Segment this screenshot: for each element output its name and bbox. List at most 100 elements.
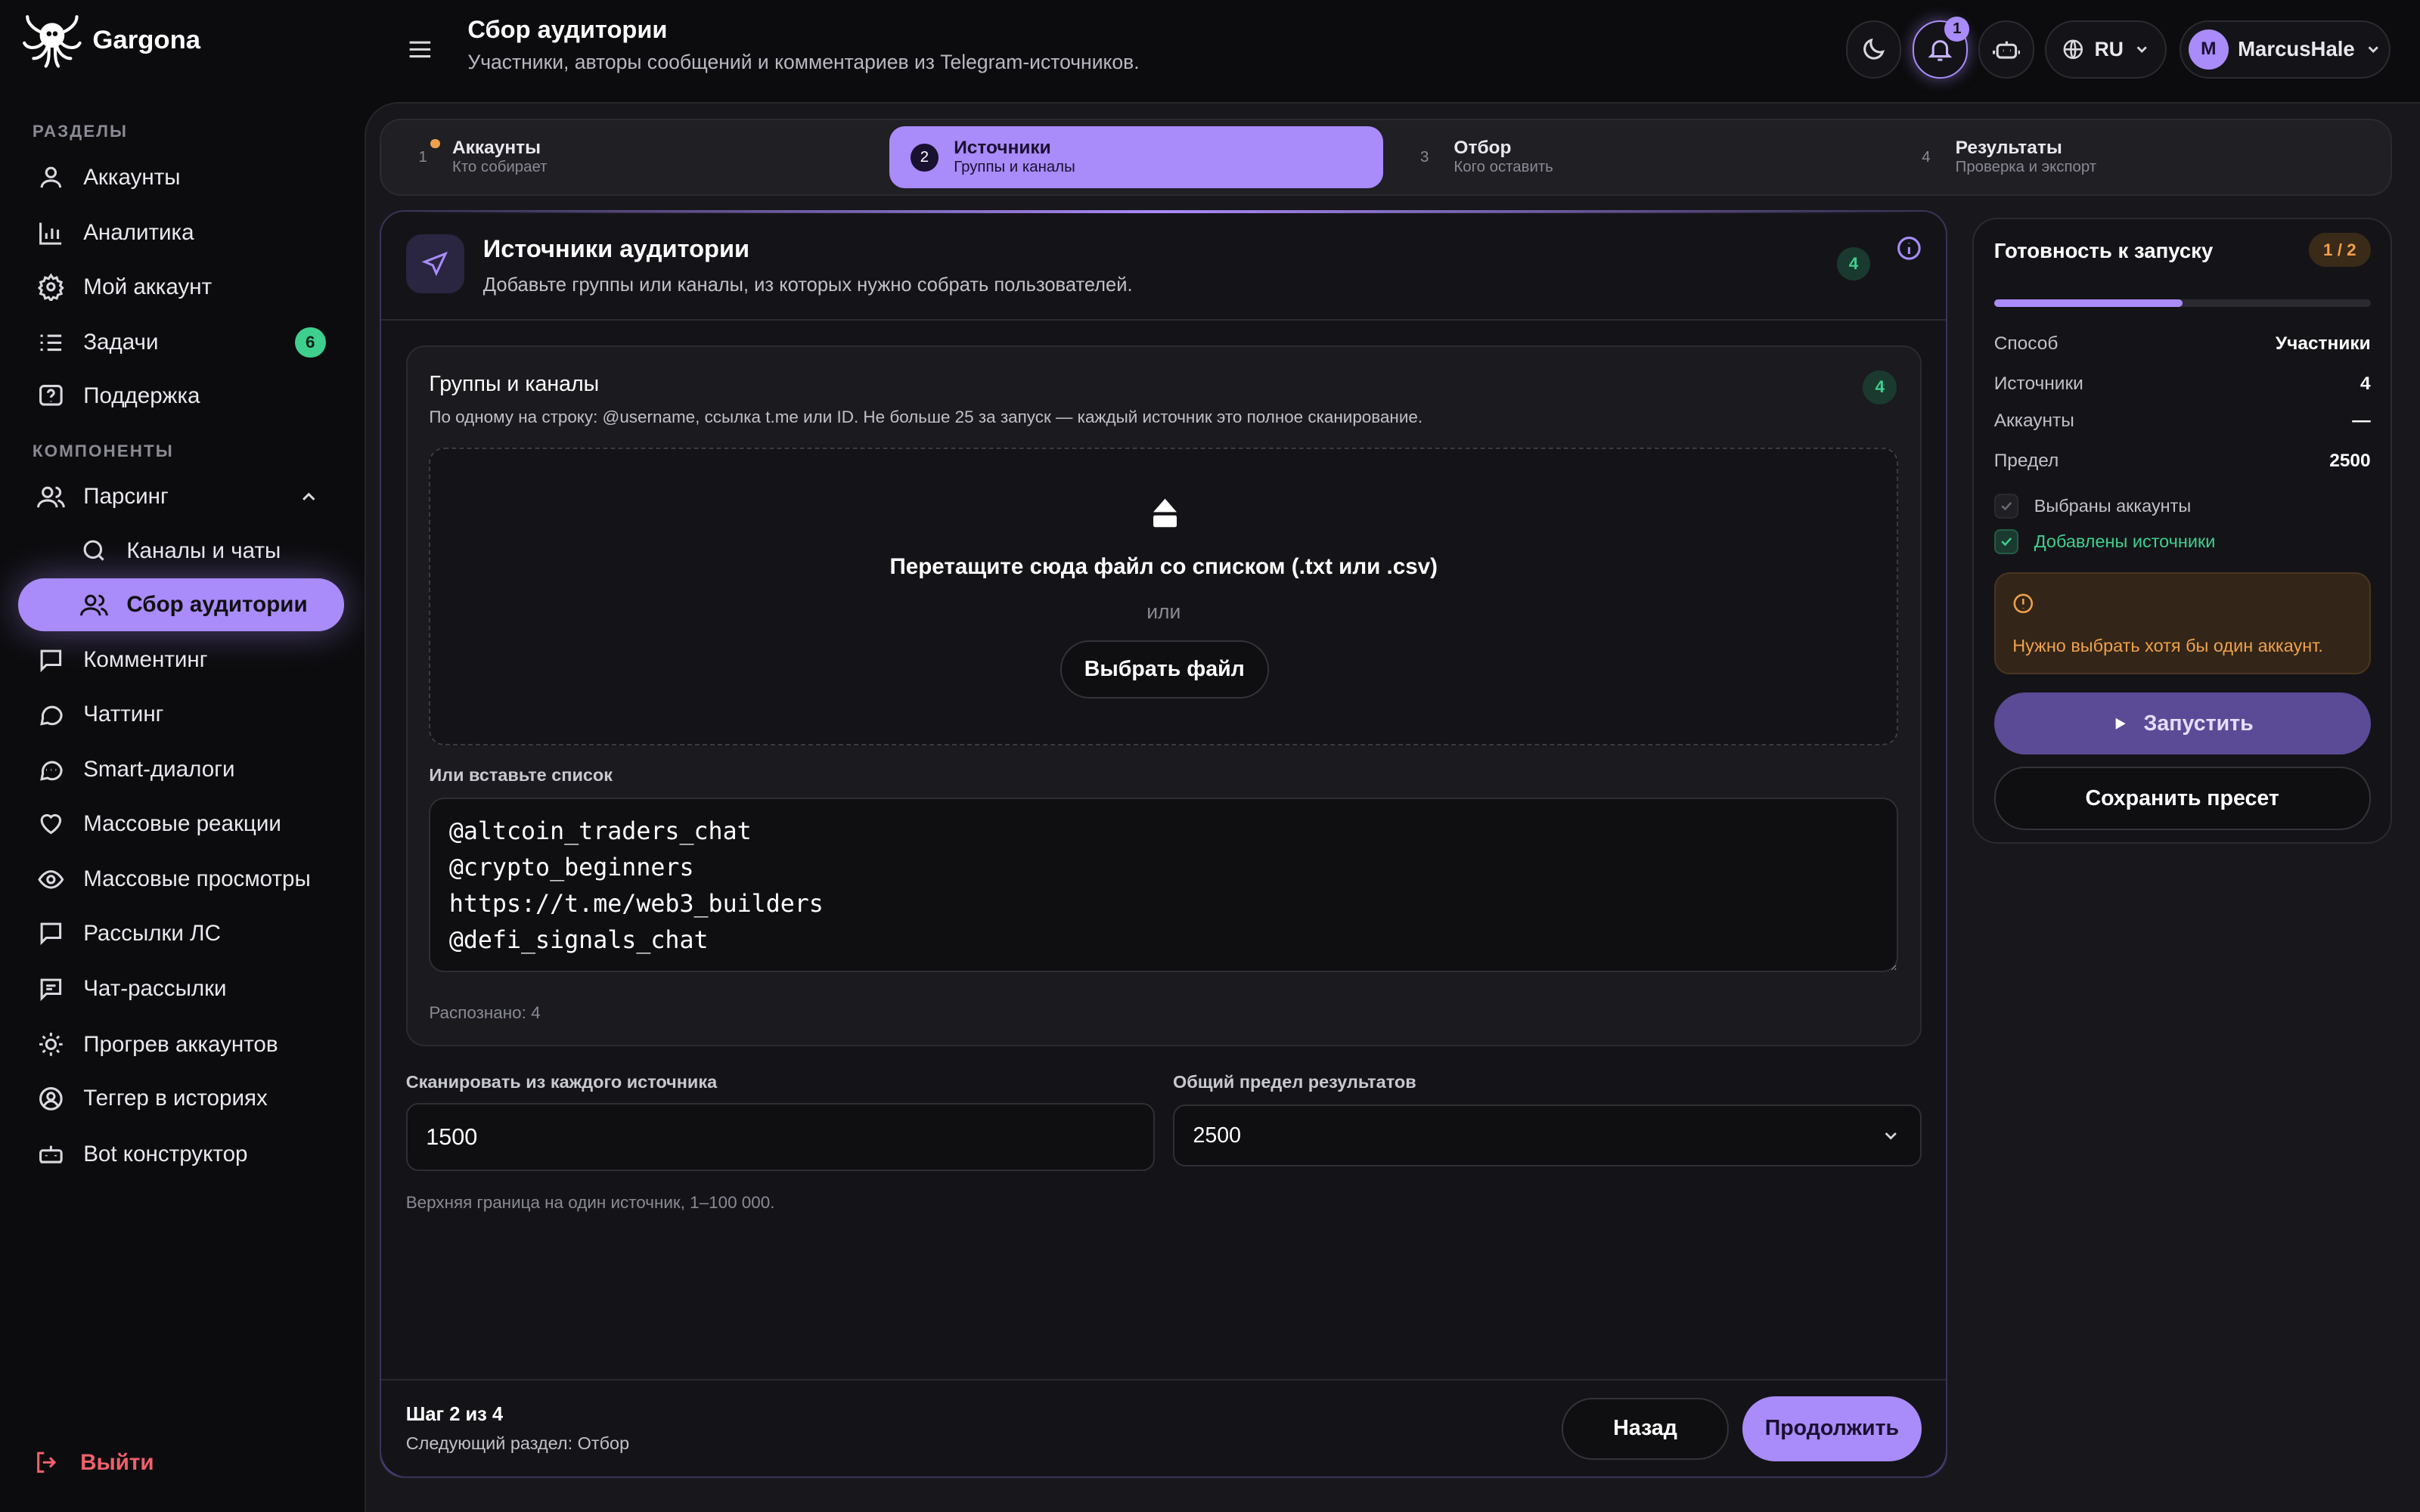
logout-icon (31, 1447, 62, 1478)
sidebar-item-chatting[interactable]: Чаттинг (18, 688, 344, 740)
sidebar-item-label: Чаттинг (83, 701, 164, 727)
sidebar-item-label: Массовые реакции (83, 810, 281, 836)
step-title: Результаты (1955, 137, 2062, 158)
sidebar-item-audience-collection[interactable]: Сбор аудитории (18, 578, 345, 631)
check-icon (1993, 494, 2019, 519)
groups-title: Группы и каналы (429, 371, 600, 396)
sidebar-item-smart-dialogs[interactable]: Smart-диалоги (18, 744, 344, 796)
run-button[interactable]: Запустить (1993, 692, 2371, 754)
sidebar-item-story-tagger[interactable]: Теггер в историях (18, 1072, 344, 1124)
eye-icon (37, 866, 65, 894)
check-sources-added: Добавлены источники (1993, 528, 2215, 554)
continue-button[interactable]: Продолжить (1742, 1396, 1922, 1461)
sidebar-item-channels-chats[interactable]: Каналы и чаты (18, 525, 344, 577)
sidebar-item-accounts[interactable]: Аккаунты (18, 151, 344, 203)
step-sources[interactable]: 2 Источники Группы и каналы (889, 126, 1383, 188)
chevron-up-icon[interactable] (295, 483, 323, 511)
brand-logo[interactable]: Gargona (18, 9, 200, 71)
user-icon (37, 163, 65, 191)
sidebar-item-label: Smart-диалоги (83, 757, 235, 782)
step-number: 4 (1922, 148, 1931, 166)
brand-name: Gargona (92, 25, 201, 54)
bar-chart-icon (37, 219, 65, 247)
logout-button[interactable]: Выйти (31, 1447, 154, 1478)
sidebar: Gargona РАЗДЕЛЫ Аккаунты Аналитика Мой а… (0, 0, 365, 1512)
step-title: Аккаунты (451, 137, 541, 158)
heart-icon (37, 810, 65, 838)
warning-info-icon (2011, 591, 2036, 616)
sidebar-item-parsing[interactable]: Парсинг (18, 470, 344, 522)
sidebar-item-label: Прогрев аккаунтов (83, 1031, 278, 1057)
warning-text: Нужно выбрать хотя бы один аккаунт. (2012, 635, 2323, 655)
sidebar-item-commenting[interactable]: Комментинг (18, 634, 344, 686)
sidebar-item-mass-views[interactable]: Массовые просмотры (18, 854, 344, 906)
users-icon (80, 591, 108, 619)
scan-per-source-hint: Верхняя граница на один источник, 1–100 … (405, 1192, 775, 1212)
bot-button[interactable] (1978, 20, 2034, 79)
sources-list-textarea[interactable]: @altcoin_traders_chat @crypto_beginners … (429, 798, 1899, 972)
paste-list-label: Или вставьте список (429, 765, 613, 785)
readiness-progress-track (1993, 299, 2371, 308)
sidebar-item-label: Массовые просмотры (83, 866, 311, 892)
list-icon (37, 329, 65, 357)
page-title: Сбор аудитории (467, 15, 668, 44)
step-subtitle: Кто собирает (451, 159, 548, 176)
file-dropzone[interactable] (429, 447, 1899, 745)
theme-toggle-button[interactable] (1845, 20, 1902, 79)
sidebar-item-label: Сбор аудитории (126, 591, 308, 617)
sidebar-item-label: Аналитика (83, 220, 194, 246)
save-preset-button[interactable]: Сохранить пресет (1993, 767, 2371, 830)
check-icon (1993, 528, 2019, 554)
sidebar-item-tasks[interactable]: Задачи 6 (18, 316, 344, 368)
step-indicator: Шаг 2 из 4 (405, 1404, 504, 1426)
sidebar-item-label: Поддержка (83, 383, 200, 409)
sidebar-item-chat-mailings[interactable]: Чат-рассылки (18, 962, 344, 1015)
sidebar-item-dm-mailings[interactable]: Рассылки ЛС (18, 907, 344, 959)
total-limit-label: Общий предел результатов (1173, 1072, 1416, 1092)
bot-icon (37, 1140, 65, 1168)
sidebar-item-label: Теггер в историях (83, 1086, 268, 1111)
avatar: M (2188, 29, 2229, 70)
sidebar-item-my-account[interactable]: Мой аккаунт (18, 261, 344, 313)
sidebar-item-label: Аккаунты (83, 164, 181, 190)
upload-icon (1145, 494, 1185, 534)
sidebar-item-label: Мой аккаунт (83, 274, 213, 299)
user-menu[interactable]: M MarcusHale (2179, 20, 2391, 79)
step-alert-dot (430, 138, 440, 148)
choose-file-button[interactable]: Выбрать файл (1060, 640, 1269, 699)
scan-per-source-label: Сканировать из каждого источника (405, 1072, 718, 1092)
sidebar-item-support[interactable]: Поддержка (18, 370, 344, 423)
dropzone-or: или (1146, 600, 1181, 623)
section-title-sections: РАЗДЕЛЫ (32, 122, 129, 141)
menu-icon[interactable] (405, 34, 436, 65)
step-title: Отбор (1454, 137, 1512, 158)
language-label: RU (2094, 37, 2124, 60)
card-accent-line (401, 209, 1926, 213)
sidebar-item-analytics[interactable]: Аналитика (18, 206, 344, 259)
language-selector[interactable]: RU (2045, 20, 2167, 79)
back-button[interactable]: Назад (1562, 1397, 1729, 1460)
sidebar-item-warmup[interactable]: Прогрев аккаунтов (18, 1018, 344, 1070)
step-results[interactable]: 4 Результаты Проверка и экспорт (1891, 126, 2384, 188)
globe-icon (2061, 37, 2086, 62)
chevron-down-icon (1880, 1125, 1902, 1147)
step-accounts[interactable]: 1 Аккаунты Кто собирает (387, 126, 881, 188)
sidebar-item-bot-builder[interactable]: Bot конструктор (18, 1128, 344, 1180)
sidebar-item-mass-reactions[interactable]: Массовые реакции (18, 798, 344, 850)
step-subtitle: Кого оставить (1454, 159, 1553, 176)
next-section-hint: Следующий раздел: Отбор (405, 1433, 630, 1453)
notifications-button[interactable]: 1 (1912, 17, 1970, 79)
step-filter[interactable]: 3 Отбор Кого оставить (1389, 126, 1883, 188)
scan-per-source-input[interactable]: 1500 (405, 1103, 1155, 1171)
total-limit-select[interactable]: 2500 (1173, 1105, 1922, 1167)
step-subtitle: Проверка и экспорт (1955, 159, 2097, 176)
section-title-components: КОМПОНЕНТЫ (32, 441, 174, 460)
sidebar-item-label: Bot конструктор (83, 1141, 248, 1167)
sources-card-subtitle: Добавьте группы или каналы, из которых н… (482, 274, 1133, 296)
step-number: 3 (1419, 148, 1429, 166)
info-icon[interactable] (1894, 233, 1925, 264)
step-subtitle: Группы и каналы (954, 159, 1075, 176)
send-icon (405, 234, 465, 293)
groups-hint: По одному на строку: @username, ссылка t… (429, 407, 1423, 426)
chat-bubble-icon (37, 701, 65, 729)
